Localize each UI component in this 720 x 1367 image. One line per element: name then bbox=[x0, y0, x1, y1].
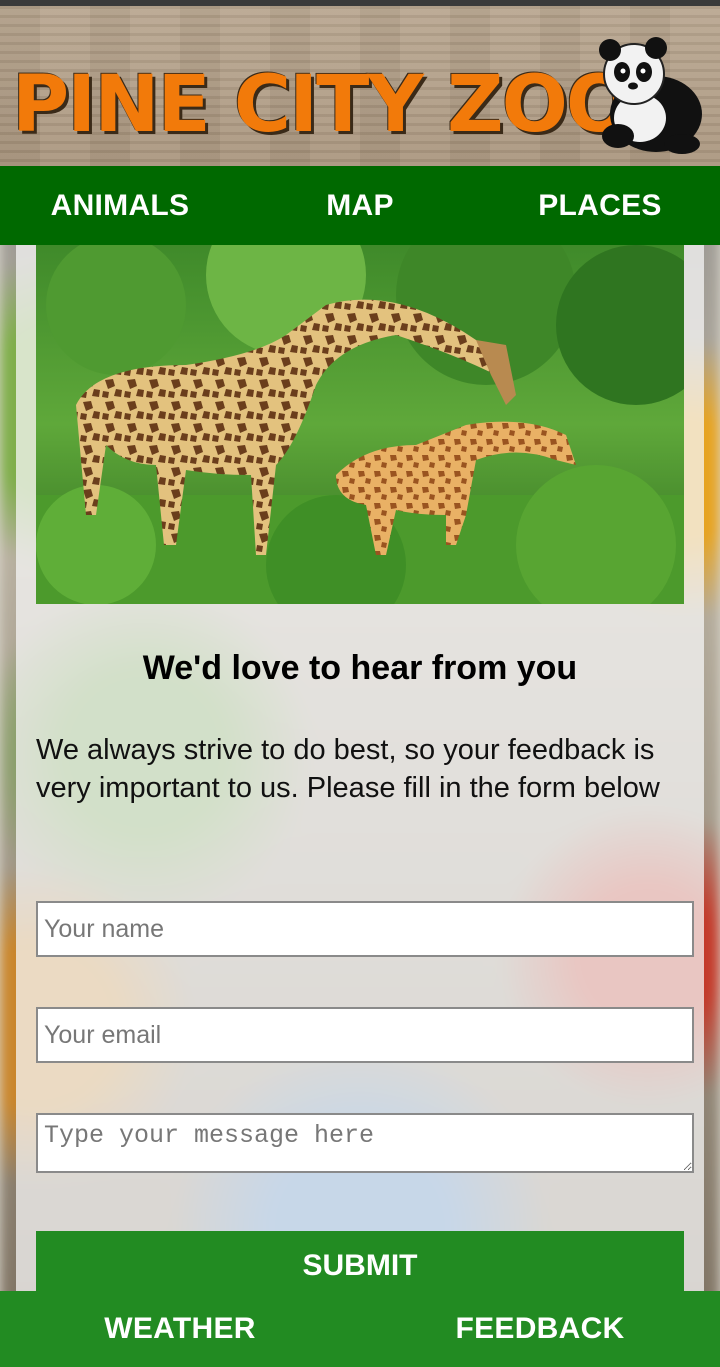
nav-item-places[interactable]: PLACES bbox=[480, 166, 720, 245]
message-field[interactable] bbox=[36, 1113, 694, 1173]
site-logo[interactable]: PINE CITY ZOO bbox=[12, 66, 632, 144]
site-banner: PINE CITY ZOO bbox=[0, 6, 720, 166]
main-nav: ANIMALS MAP PLACES bbox=[0, 166, 720, 245]
nav-item-weather[interactable]: WEATHER bbox=[0, 1291, 360, 1367]
name-field[interactable] bbox=[36, 901, 694, 957]
nav-item-animals[interactable]: ANIMALS bbox=[0, 166, 240, 245]
bottom-nav: WEATHER FEEDBACK bbox=[0, 1291, 720, 1367]
status-strip bbox=[0, 0, 720, 6]
giraffe-hero-image bbox=[36, 245, 684, 604]
panda-icon bbox=[599, 37, 702, 154]
nav-item-map[interactable]: MAP bbox=[240, 166, 480, 245]
feedback-heading: We'd love to hear from you bbox=[142, 649, 578, 687]
email-field[interactable] bbox=[36, 1007, 694, 1063]
nav-item-feedback[interactable]: FEEDBACK bbox=[360, 1291, 720, 1367]
feedback-intro: We always strive to do best, so your fee… bbox=[36, 734, 660, 804]
feedback-panel: We'd love to hear from you We always str… bbox=[16, 245, 704, 1367]
